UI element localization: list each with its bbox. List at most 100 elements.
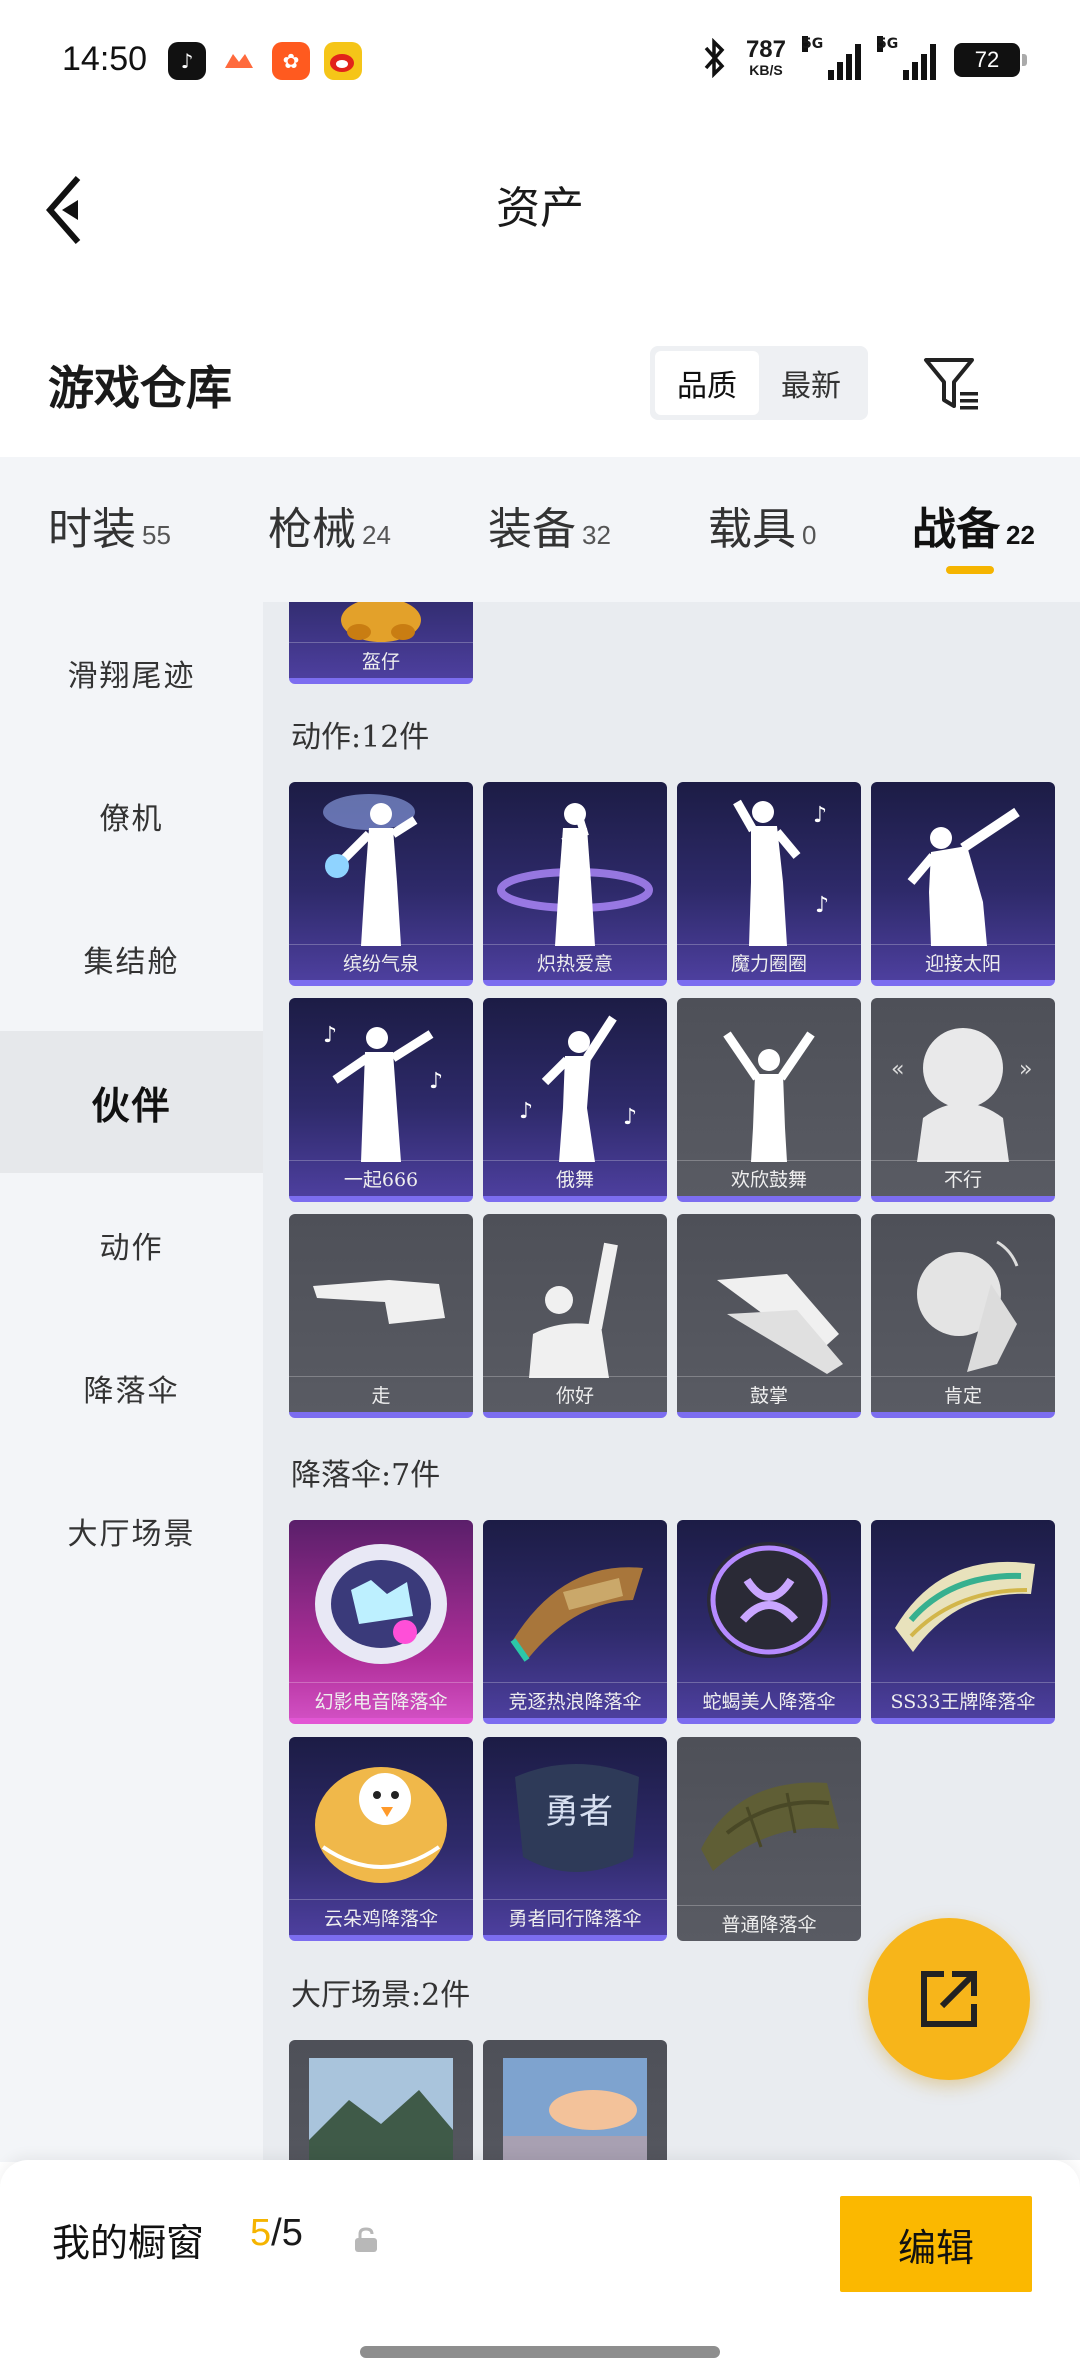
signal-icon-2: 5G: [877, 36, 936, 80]
parachute-icon: [315, 1544, 447, 1664]
item-card[interactable]: 盔仔: [289, 602, 473, 684]
signal-icon: 5G: [802, 36, 861, 80]
tab-count: 24: [362, 520, 391, 550]
item-card[interactable]: 幻影电音降落伞: [289, 1520, 473, 1724]
tab-guns[interactable]: 枪械 24: [268, 493, 391, 557]
sidebar-item-glide-trail[interactable]: 滑翔尾迹: [0, 602, 263, 744]
tab-count: 0: [802, 520, 817, 550]
item-card[interactable]: [483, 2040, 667, 2160]
svg-text:勇者: 勇者: [545, 1792, 613, 1832]
item-label: 云朵鸡降落伞: [289, 1899, 473, 1935]
tab-label: 枪械: [268, 504, 356, 555]
section-title-lobby-scenes: 大厅场景:2件: [291, 1978, 471, 2013]
sidebar-item-lobby-scene[interactable]: 大厅场景: [0, 1460, 263, 1602]
sort-toggle: 品质 最新: [650, 346, 868, 420]
svg-text:♪: ♪: [813, 803, 827, 828]
item-card[interactable]: 欢欣鼓舞: [677, 998, 861, 1202]
item-label: 你好: [483, 1376, 667, 1412]
item-label: SS33王牌降落伞: [871, 1682, 1055, 1718]
tab-vehicles[interactable]: 载具 0: [708, 493, 816, 557]
section-title-actions: 动作:12件: [291, 720, 430, 755]
network-speed: 787 KB/S: [746, 38, 786, 80]
showcase-bar: 我的橱窗 5/5 编辑: [0, 2160, 1080, 2375]
item-label: 鼓掌: [677, 1376, 861, 1412]
status-right: 787 KB/S 5G 5G 72: [702, 36, 1027, 82]
item-card[interactable]: 普通降落伞: [677, 1737, 861, 1941]
item-card[interactable]: [289, 2040, 473, 2160]
weibo-icon: [324, 42, 362, 80]
warehouse-header: 游戏仓库 品质 最新: [0, 330, 1080, 450]
tab-gear[interactable]: 装备 32: [488, 493, 611, 557]
sidebar-item-action[interactable]: 动作: [0, 1174, 263, 1316]
item-card[interactable]: 你好: [483, 1214, 667, 1418]
sort-quality-button[interactable]: 品质: [655, 351, 759, 415]
item-label: 蛇蝎美人降落伞: [677, 1682, 861, 1718]
battery-level: 72: [974, 47, 1000, 72]
parachute-icon: [510, 1567, 643, 1662]
tab-battle-prep[interactable]: 战备 22: [912, 493, 1035, 557]
page-title: 资产: [496, 183, 584, 234]
item-label: 迎接太阳: [871, 944, 1055, 980]
home-indicator[interactable]: [360, 2346, 720, 2358]
tab-count: 55: [142, 520, 171, 550]
wave-figure-icon: [529, 1242, 618, 1378]
dance-figure-icon: [497, 803, 653, 946]
section-title-parachutes: 降落伞:7件: [291, 1458, 441, 1493]
item-card[interactable]: SS33王牌降落伞: [871, 1520, 1055, 1724]
item-card[interactable]: 勇者 勇者同行降落伞: [483, 1737, 667, 1941]
item-card[interactable]: 炽热爱意: [483, 782, 667, 986]
parachute-icon: [707, 1542, 831, 1658]
item-card[interactable]: 鼓掌: [677, 1214, 861, 1418]
speed-value: 787: [745, 36, 786, 63]
item-label: 不行: [871, 1160, 1055, 1196]
dance-figure-icon: ♪♪: [733, 799, 829, 946]
item-card[interactable]: 竞逐热浪降落伞: [483, 1520, 667, 1724]
tab-label: 战备: [912, 504, 1000, 555]
filter-button[interactable]: [922, 354, 984, 416]
scene-thumbnail-icon: [503, 2058, 647, 2160]
tab-label: 装备: [488, 504, 576, 555]
nod-head-icon: [917, 1240, 1019, 1372]
kuaishou-icon: ✿: [272, 42, 310, 80]
item-label: 走: [289, 1376, 473, 1412]
showcase-count: 5/5: [250, 2212, 303, 2255]
top-nav: 资产: [0, 130, 1080, 270]
item-card[interactable]: 云朵鸡降落伞: [289, 1737, 473, 1941]
signal-tag: 5G: [802, 36, 824, 52]
sidebar-item-wingman[interactable]: 僚机: [0, 745, 263, 887]
tab-count: 32: [582, 520, 611, 550]
svg-text:♪: ♪: [623, 1105, 637, 1130]
sidebar: 滑翔尾迹 僚机 集结舱 伙伴 动作 降落伞 大厅场景: [0, 602, 263, 2162]
sort-newest-button[interactable]: 最新: [759, 351, 863, 415]
svg-text:♪: ♪: [429, 1069, 443, 1094]
item-card[interactable]: 迎接太阳: [871, 782, 1055, 986]
bluetooth-icon: [702, 37, 728, 82]
share-button[interactable]: [868, 1918, 1030, 2080]
dance-figure-icon: ♪♪: [519, 1015, 637, 1162]
tiktok-icon: ♪: [168, 42, 206, 80]
item-label: 缤纷气泉: [289, 944, 473, 980]
scene-thumbnail-icon: [309, 2058, 453, 2160]
item-card[interactable]: ♪ ♪ 一起666: [289, 998, 473, 1202]
item-card[interactable]: ♪ ♪ 俄舞: [483, 998, 667, 1202]
item-card[interactable]: 肯定: [871, 1214, 1055, 1418]
item-card[interactable]: 缤纷气泉: [289, 782, 473, 986]
item-label: 盔仔: [289, 642, 473, 678]
category-tabs: 时装 55 枪械 24 装备 32 载具 0 战备 22: [0, 457, 1080, 602]
edit-button[interactable]: 编辑: [840, 2196, 1032, 2292]
tab-outfit[interactable]: 时装 55: [48, 493, 171, 557]
tab-label: 时装: [48, 504, 136, 555]
item-card[interactable]: 蛇蝎美人降落伞: [677, 1520, 861, 1724]
sidebar-item-partner[interactable]: 伙伴: [0, 1031, 263, 1173]
sidebar-item-parachute[interactable]: 降落伞: [0, 1317, 263, 1459]
item-card[interactable]: «» 不行: [871, 998, 1055, 1202]
tab-label: 载具: [708, 504, 796, 555]
active-tab-indicator: [946, 566, 994, 574]
svg-text:♪: ♪: [519, 1099, 533, 1124]
sidebar-item-assembly-pod[interactable]: 集结舱: [0, 888, 263, 1030]
partner-icon: [341, 602, 421, 642]
showcase-label: 我的橱窗: [52, 2221, 205, 2265]
clapping-hands-icon: [717, 1274, 843, 1374]
item-card[interactable]: 走: [289, 1214, 473, 1418]
item-card[interactable]: ♪ ♪ 魔力圈圈: [677, 782, 861, 986]
